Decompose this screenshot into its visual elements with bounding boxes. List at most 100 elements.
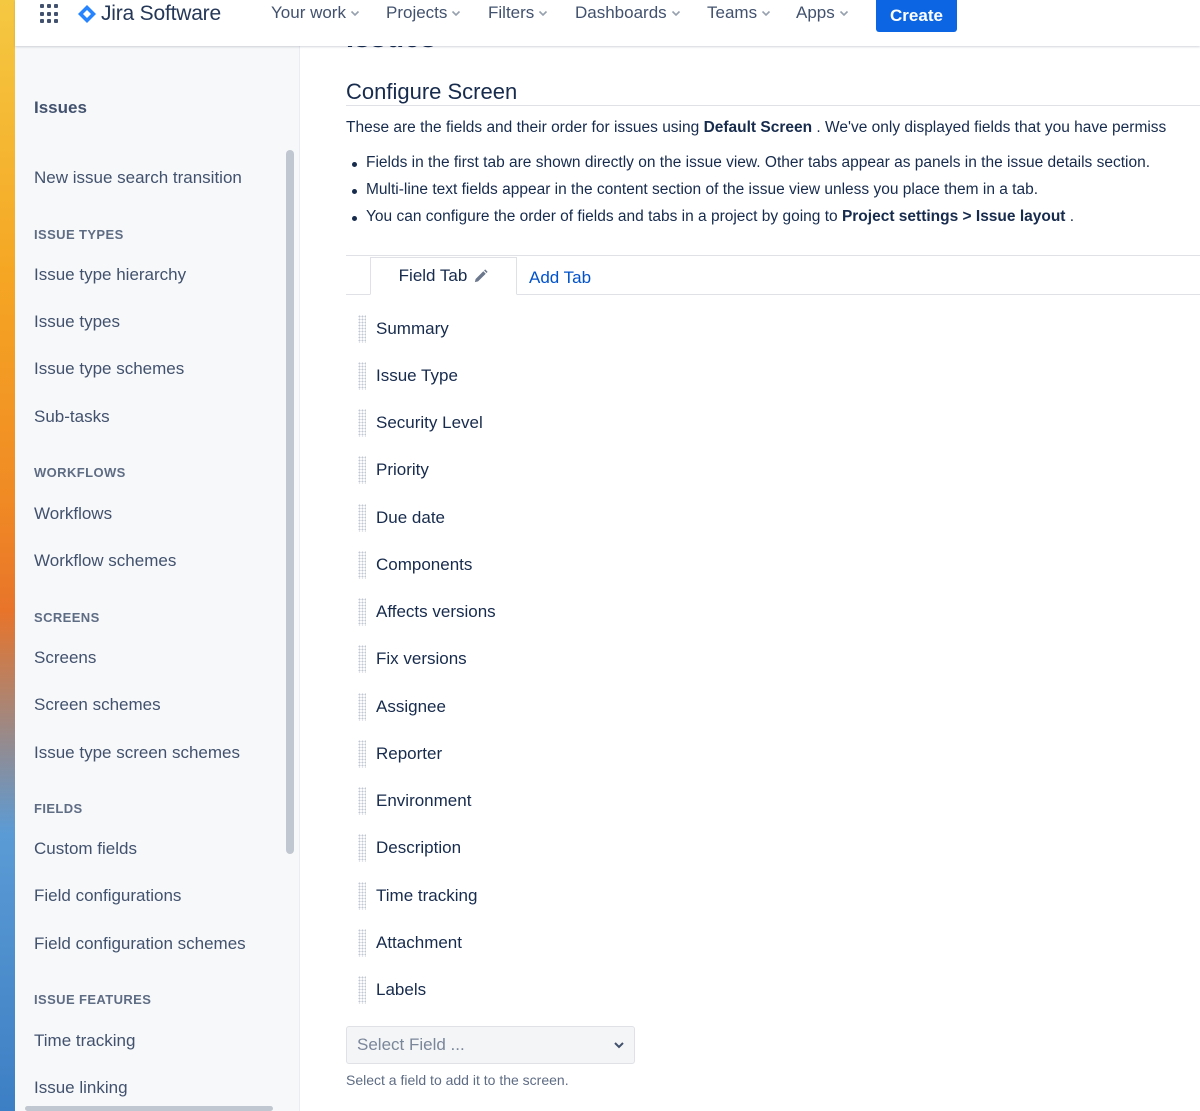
pencil-icon[interactable] [473, 268, 488, 284]
jira-app-window: Jira Software Your work Projects Filters… [15, 0, 1200, 1111]
sidebar-item-workflow-schemes[interactable]: Workflow schemes [34, 551, 176, 571]
drag-handle-icon[interactable] [358, 456, 366, 484]
field-row-fix-versions[interactable]: Fix versions [358, 644, 467, 674]
field-row-attachment[interactable]: Attachment [358, 928, 462, 958]
field-row-summary[interactable]: Summary [358, 314, 449, 344]
drag-handle-icon[interactable] [358, 409, 366, 437]
info-bullet-3-after: . [1065, 208, 1075, 225]
drag-handle-icon[interactable] [358, 315, 366, 343]
drag-handle-icon[interactable] [358, 362, 366, 390]
sidebar-item-field-configurations[interactable]: Field configurations [34, 886, 181, 906]
sidebar-item-issue-types[interactable]: Issue types [34, 312, 120, 332]
sidebar-scrollbar[interactable] [286, 150, 294, 854]
drag-handle-icon[interactable] [358, 740, 366, 768]
chevron-down-icon [762, 10, 771, 17]
drag-handle-icon[interactable] [358, 693, 366, 721]
field-row-description[interactable]: Description [358, 833, 461, 863]
drag-handle-icon[interactable] [358, 598, 366, 626]
drag-handle-icon[interactable] [358, 645, 366, 673]
field-row-assignee[interactable]: Assignee [358, 692, 446, 722]
sidebar-item-time-tracking[interactable]: Time tracking [34, 1031, 135, 1051]
field-row-time-tracking[interactable]: Time tracking [358, 881, 477, 911]
nav-dashboards[interactable]: Dashboards [575, 3, 681, 23]
field-row-components[interactable]: Components [358, 550, 472, 580]
sidebar-item-issue-type-schemes[interactable]: Issue type schemes [34, 359, 184, 379]
page-title: Configure Screen [346, 79, 518, 104]
field-row-affects-versions[interactable]: Affects versions [358, 597, 496, 627]
nav-teams[interactable]: Teams [707, 3, 771, 23]
drag-handle-icon[interactable] [358, 882, 366, 910]
sidebar-item-issue-linking[interactable]: Issue linking [34, 1078, 128, 1098]
nav-filters-label: Filters [488, 3, 535, 22]
field-row-security-level[interactable]: Security Level [358, 408, 483, 438]
tab-field-tab[interactable]: Field Tab [370, 257, 517, 295]
main-content: Issues Configure Screen These are the fi… [300, 46, 1200, 1111]
desktop-background [0, 0, 15, 1111]
top-navigation: Jira Software Your work Projects Filters… [15, 0, 1200, 46]
sidebar-heading-screens: SCREENS [34, 610, 100, 625]
drag-handle-icon[interactable] [358, 929, 366, 957]
field-label: Security Level [376, 413, 483, 432]
drag-handle-icon[interactable] [358, 976, 366, 1004]
field-label: Time tracking [376, 886, 478, 905]
select-field-placeholder: Select Field ... [357, 1035, 465, 1054]
info-bullet-list: Fields in the first tab are shown direct… [352, 154, 1150, 235]
chevron-down-icon [452, 10, 461, 17]
drag-handle-icon[interactable] [358, 834, 366, 862]
desc-suffix: . We've only displayed fields that you h… [812, 119, 1167, 136]
field-row-issue-type[interactable]: Issue Type [358, 361, 458, 391]
page-heading-issues: Issues [346, 46, 436, 55]
chevron-down-icon [539, 10, 548, 17]
sidebar-item-issue-type-hierarchy[interactable]: Issue type hierarchy [34, 265, 186, 285]
sidebar-item-new-issue-search-transition[interactable]: New issue search transition [34, 168, 242, 188]
field-label: Fix versions [376, 649, 467, 668]
field-row-environment[interactable]: Environment [358, 786, 471, 816]
sidebar-title: Issues [34, 98, 87, 117]
screen-description: These are the fields and their order for… [346, 119, 1166, 137]
nav-projects[interactable]: Projects [386, 3, 461, 23]
title-divider [346, 105, 1200, 106]
select-field-dropdown[interactable]: Select Field ... [346, 1026, 635, 1064]
nav-your-work[interactable]: Your work [271, 3, 360, 23]
field-label: Labels [376, 980, 427, 999]
sidebar-horizontal-scrollbar[interactable] [25, 1106, 273, 1111]
drag-handle-icon[interactable] [358, 551, 366, 579]
field-row-reporter[interactable]: Reporter [358, 739, 442, 769]
field-label: Affects versions [376, 602, 496, 621]
field-label: Summary [376, 319, 449, 338]
info-bullet-3-path: Project settings > Issue layout [841, 208, 1066, 225]
field-label: Components [376, 555, 473, 574]
field-row-priority[interactable]: Priority [358, 455, 429, 485]
info-bullet-2: Multi-line text fields appear in the con… [352, 181, 1150, 208]
chevron-down-icon [614, 1042, 624, 1049]
drag-handle-icon[interactable] [358, 787, 366, 815]
drag-handle-icon[interactable] [358, 504, 366, 532]
tabs-top-divider [346, 255, 1200, 256]
sidebar-item-workflows[interactable]: Workflows [34, 504, 112, 524]
chevron-down-icon [839, 10, 848, 17]
nav-projects-label: Projects [386, 3, 448, 22]
nav-apps[interactable]: Apps [796, 3, 849, 23]
tab-field-tab-label: Field Tab [398, 266, 468, 285]
field-row-due-date[interactable]: Due date [358, 503, 445, 533]
jira-logo[interactable]: Jira Software [77, 2, 221, 26]
add-tab-link[interactable]: Add Tab [529, 268, 591, 288]
sidebar-heading-issue-features: ISSUE FEATURES [34, 992, 152, 1007]
field-row-labels[interactable]: Labels [358, 975, 426, 1005]
sidebar-item-custom-fields[interactable]: Custom fields [34, 839, 137, 859]
sidebar-item-issue-type-screen-schemes[interactable]: Issue type screen schemes [34, 743, 240, 763]
sidebar-item-screens[interactable]: Screens [34, 648, 96, 668]
field-label: Attachment [376, 933, 462, 952]
nav-filters[interactable]: Filters [488, 3, 548, 23]
field-label: Issue Type [376, 366, 458, 385]
sidebar-heading-fields: FIELDS [34, 801, 83, 816]
sidebar-item-field-configuration-schemes[interactable]: Field configuration schemes [34, 934, 246, 954]
sidebar: Issues New issue search transition ISSUE… [15, 46, 300, 1111]
info-bullet-1-text: Fields in the first tab are shown direct… [366, 154, 1151, 171]
sidebar-item-sub-tasks[interactable]: Sub-tasks [34, 407, 110, 427]
create-button[interactable]: Create [876, 0, 957, 32]
app-switcher-icon[interactable] [40, 4, 60, 24]
sidebar-heading-issue-types: ISSUE TYPES [34, 227, 124, 242]
sidebar-item-screen-schemes[interactable]: Screen schemes [34, 695, 161, 715]
info-bullet-3: You can configure the order of fields an… [352, 208, 1150, 235]
